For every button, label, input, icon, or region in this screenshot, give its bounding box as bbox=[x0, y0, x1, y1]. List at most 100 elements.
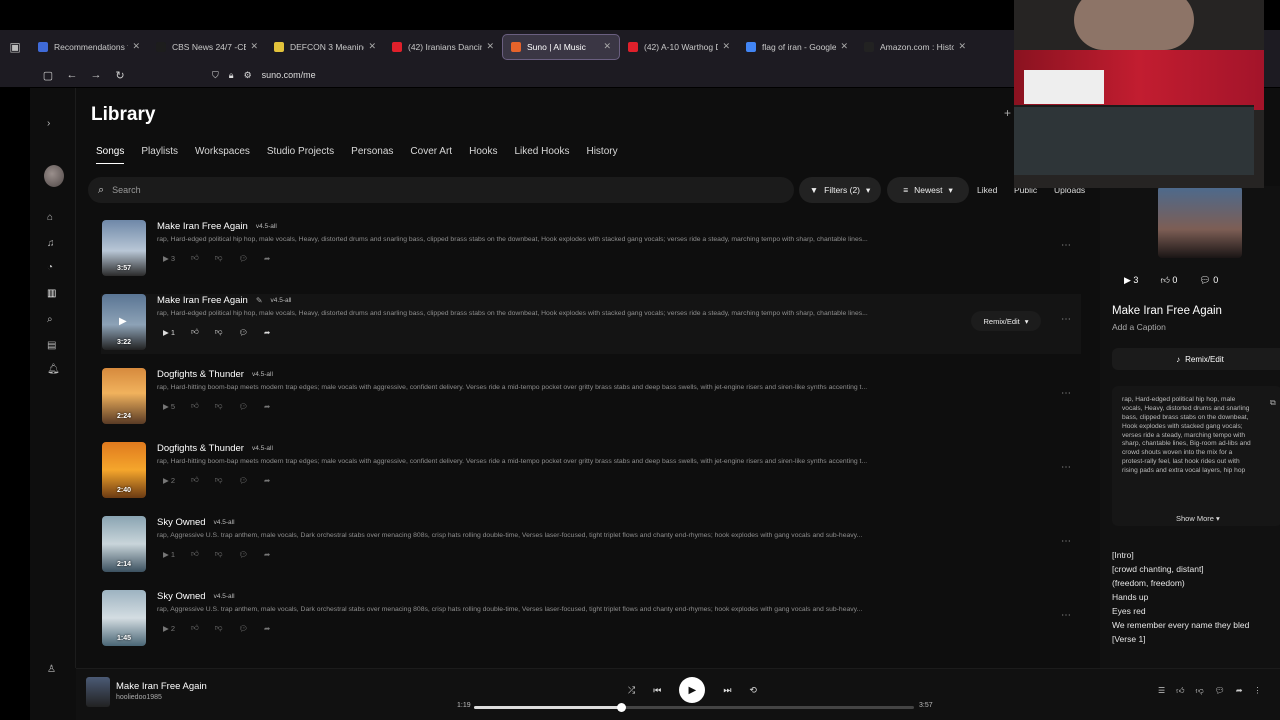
close-icon[interactable]: ✕ bbox=[250, 41, 258, 52]
url-text[interactable]: suno.com/me bbox=[262, 70, 316, 80]
close-icon[interactable]: ✕ bbox=[368, 41, 376, 52]
dislike-icon[interactable]: 👎︎ bbox=[215, 623, 223, 633]
explore-icon[interactable]: ◔ bbox=[47, 262, 53, 273]
help-icon[interactable]: ♙ bbox=[47, 664, 56, 675]
player-cover-art[interactable] bbox=[86, 677, 110, 707]
forward-icon[interactable]: → bbox=[84, 69, 108, 81]
repeat-icon[interactable]: ⟲ bbox=[749, 685, 757, 696]
song-title[interactable]: Make Iran Free Again bbox=[157, 221, 248, 232]
song-title[interactable]: Sky Owned bbox=[157, 591, 206, 602]
shuffle-icon[interactable]: ⤮ bbox=[628, 685, 635, 696]
close-icon[interactable]: ✕ bbox=[840, 41, 848, 52]
song-cover[interactable]: 2:24 bbox=[102, 368, 146, 424]
share-icon[interactable]: ➦ bbox=[1236, 686, 1243, 696]
more-options-icon[interactable]: ⋯ bbox=[1061, 536, 1071, 547]
play-count-button[interactable]: ▶ 1 bbox=[163, 550, 175, 559]
tab-hooks[interactable]: Hooks bbox=[469, 146, 497, 164]
more-options-icon[interactable]: ⋯ bbox=[1061, 610, 1071, 621]
reload-icon[interactable]: ↻ bbox=[108, 69, 132, 82]
song-title[interactable]: Make Iran Free Again bbox=[157, 295, 248, 306]
tab-studio-projects[interactable]: Studio Projects bbox=[267, 146, 334, 164]
play-count-button[interactable]: ▶ 2 bbox=[163, 624, 175, 633]
tab-playlists[interactable]: Playlists bbox=[141, 146, 178, 164]
avatar[interactable] bbox=[44, 165, 64, 187]
more-options-icon[interactable]: ⋯ bbox=[1061, 314, 1071, 325]
comment-icon[interactable]: 💬︎ bbox=[1215, 686, 1225, 696]
filters-button[interactable]: ▼ Filters (2) ▾ bbox=[799, 177, 881, 203]
like-icon[interactable]: 👍︎ bbox=[191, 475, 199, 485]
close-icon[interactable]: ✕ bbox=[958, 41, 966, 52]
browser-tab[interactable]: flag of iran - Google Se✕ bbox=[738, 34, 856, 60]
song-cover[interactable]: ▶ 3:22 bbox=[102, 294, 146, 350]
filter-tab-liked[interactable]: Liked bbox=[977, 185, 997, 195]
song-row[interactable]: ▶ 3:22 Make Iran Free Again ✎ v4.5-all r… bbox=[101, 294, 1081, 354]
search-input[interactable]: ⌕ Search bbox=[88, 177, 794, 203]
comment-icon[interactable]: 💬︎ bbox=[239, 476, 249, 485]
remix-edit-button[interactable]: Remix/Edit ▾ bbox=[971, 311, 1041, 331]
sort-button[interactable]: ≡ Newest ▾ bbox=[887, 177, 969, 203]
progress-bar[interactable] bbox=[474, 703, 914, 712]
like-button[interactable]: 👍︎ 0 bbox=[1160, 275, 1177, 286]
caption-input[interactable]: Add a Caption bbox=[1112, 322, 1166, 332]
song-cover[interactable]: 3:57 bbox=[102, 220, 146, 276]
tab-workspaces[interactable]: Workspaces bbox=[195, 146, 250, 164]
dislike-icon[interactable]: 👎︎ bbox=[215, 401, 223, 411]
tab-personas[interactable]: Personas bbox=[351, 146, 393, 164]
browser-tab[interactable]: CBS News 24/7 -CBS N✕ bbox=[148, 34, 266, 60]
more-options-icon[interactable]: ⋯ bbox=[1061, 388, 1071, 399]
browser-tab[interactable]: Suno | AI Music ✕ bbox=[502, 33, 620, 60]
queue-icon[interactable]: ☰ bbox=[1158, 686, 1165, 696]
player-title[interactable]: Make Iran Free Again bbox=[116, 681, 207, 692]
play-count-button[interactable]: ▶ 5 bbox=[163, 402, 175, 411]
song-cover[interactable]: 2:14 bbox=[102, 516, 146, 572]
tab-liked-hooks[interactable]: Liked Hooks bbox=[514, 146, 569, 164]
song-title[interactable]: Dogfights & Thunder bbox=[157, 443, 244, 454]
comment-icon[interactable]: 💬︎ bbox=[239, 624, 249, 633]
library-icon[interactable]: ▥ bbox=[47, 288, 56, 299]
back-icon[interactable]: ← bbox=[60, 69, 84, 81]
like-icon[interactable]: 👍︎ bbox=[191, 549, 199, 559]
close-icon[interactable]: ✕ bbox=[132, 41, 140, 52]
song-row[interactable]: 2:24 Dogfights & Thunder v4.5-all rap, H… bbox=[101, 368, 1081, 428]
dislike-icon[interactable]: 👎︎ bbox=[215, 475, 223, 485]
song-row[interactable]: 3:57 Make Iran Free Again v4.5-all rap, … bbox=[101, 220, 1081, 280]
studio-icon[interactable]: ▤ bbox=[47, 340, 56, 351]
browser-tab[interactable]: Amazon.com : Historic✕ bbox=[856, 34, 974, 60]
browser-tab[interactable]: (42) A-10 Warthog De ✕ bbox=[620, 34, 738, 60]
song-row[interactable]: 2:14 Sky Owned v4.5-all rap, Aggressive … bbox=[101, 516, 1081, 576]
sidebar-toggle-icon[interactable]: ▢ bbox=[36, 69, 60, 82]
address-bar[interactable]: ⛉ 🔒︎ ⚙ suno.com/me bbox=[212, 70, 316, 81]
share-icon[interactable]: ➦ bbox=[264, 402, 270, 411]
dislike-icon[interactable]: 👎︎ bbox=[215, 327, 223, 337]
share-icon[interactable]: ➦ bbox=[264, 476, 270, 485]
like-icon[interactable]: 👍︎ bbox=[191, 327, 199, 337]
like-icon[interactable]: 👍︎ bbox=[191, 623, 199, 633]
share-icon[interactable]: ➦ bbox=[264, 254, 270, 263]
play-button[interactable]: ▶ bbox=[679, 677, 706, 703]
comment-icon[interactable]: 💬︎ bbox=[239, 254, 249, 263]
close-icon[interactable]: ✕ bbox=[486, 41, 494, 52]
progress-handle[interactable] bbox=[616, 703, 626, 712]
dislike-icon[interactable]: 👎︎ bbox=[215, 549, 223, 559]
previous-icon[interactable]: ⏮︎ bbox=[653, 685, 661, 696]
browser-tab[interactable]: DEFCON 3 Meaning | F ✕ bbox=[266, 34, 384, 60]
tab-history[interactable]: History bbox=[586, 146, 617, 164]
share-icon[interactable]: ➦ bbox=[264, 624, 270, 633]
song-cover[interactable]: 2:40 bbox=[102, 442, 146, 498]
notifications-icon[interactable]: 🔔︎ bbox=[47, 364, 60, 375]
song-cover[interactable]: 1:45 bbox=[102, 590, 146, 646]
remix-edit-button[interactable]: ♪ Remix/Edit bbox=[1112, 348, 1280, 370]
song-row[interactable]: 2:40 Dogfights & Thunder v4.5-all rap, H… bbox=[101, 442, 1081, 502]
search-icon[interactable]: ⌕ bbox=[47, 314, 53, 325]
like-icon[interactable]: 👍︎ bbox=[1176, 686, 1184, 696]
play-count-button[interactable]: ▶ 2 bbox=[163, 476, 175, 485]
song-title[interactable]: Sky Owned bbox=[157, 517, 206, 528]
workspaces-icon[interactable]: ▣ bbox=[0, 40, 30, 54]
edit-pencil-icon[interactable]: ✎ bbox=[256, 296, 263, 305]
share-icon[interactable]: ➦ bbox=[264, 550, 270, 559]
player-user[interactable]: hooliedoo1985 bbox=[116, 694, 162, 701]
like-icon[interactable]: 👍︎ bbox=[191, 253, 199, 263]
browser-tab[interactable]: (42) Iranians Dancing A✕ bbox=[384, 34, 502, 60]
like-icon[interactable]: 👍︎ bbox=[191, 401, 199, 411]
comment-icon[interactable]: 💬︎ bbox=[239, 402, 249, 411]
